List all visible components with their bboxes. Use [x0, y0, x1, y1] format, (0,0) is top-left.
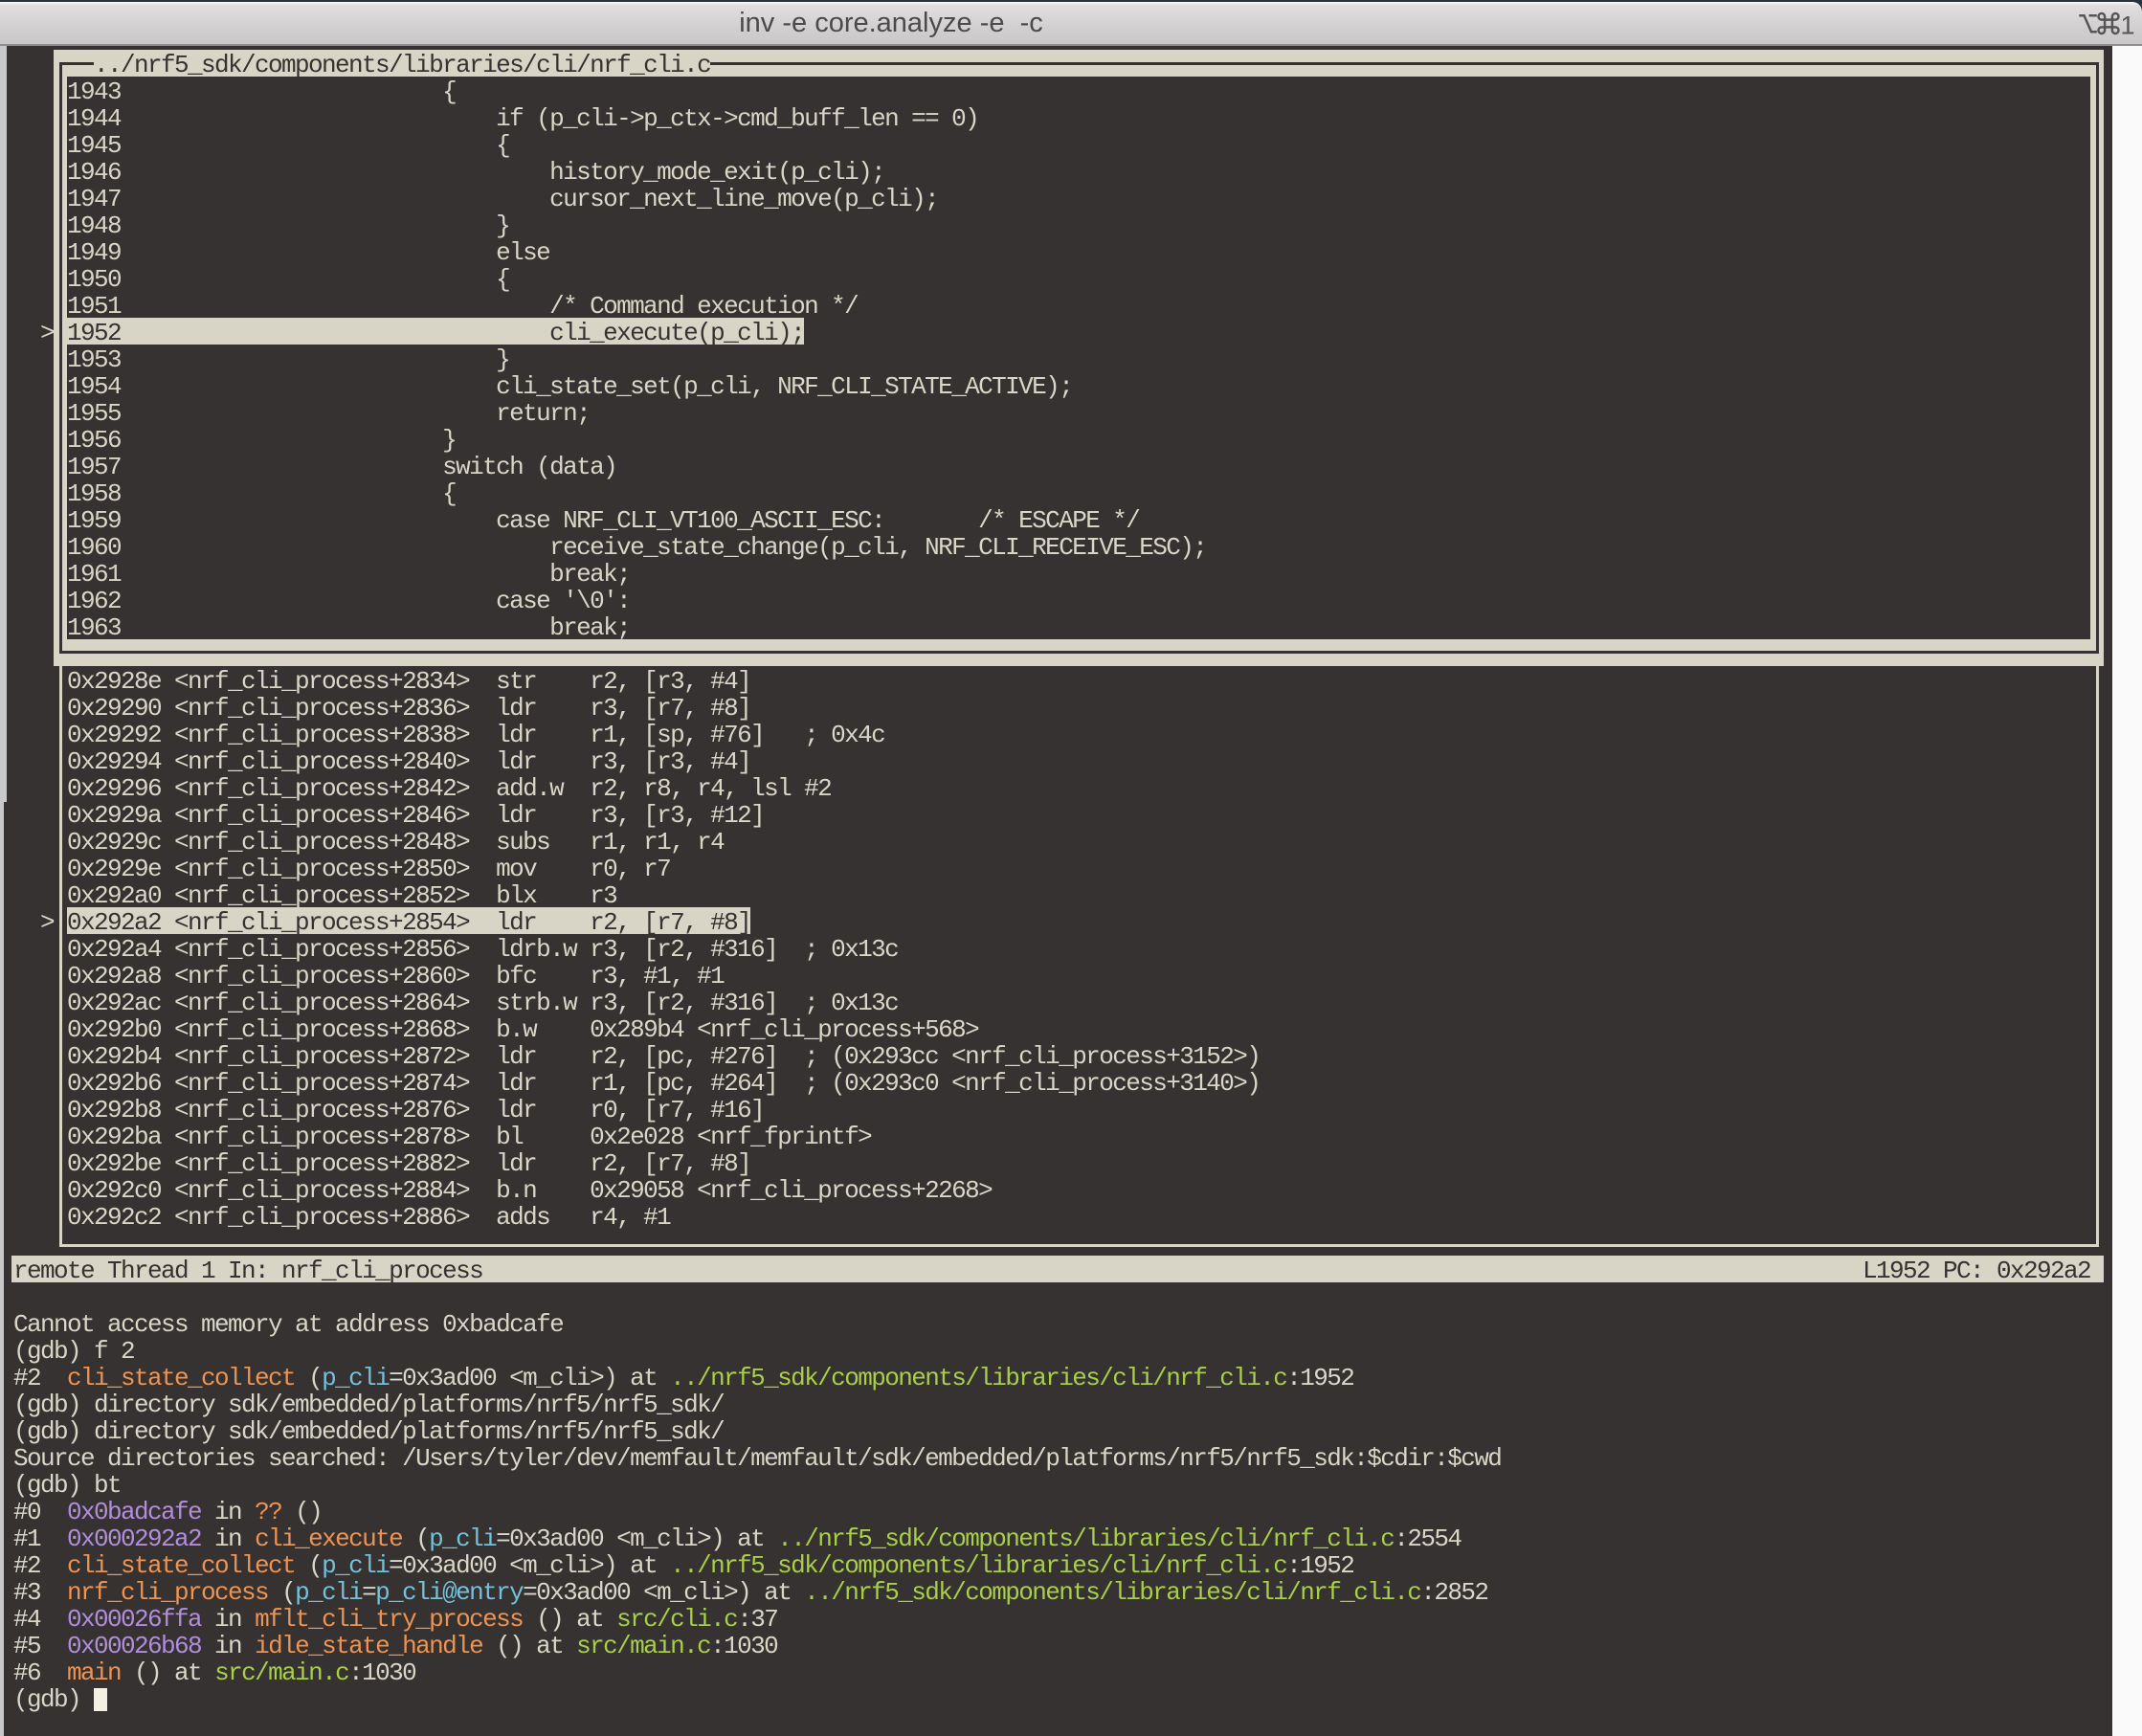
svg-text:1: 1 [2121, 11, 2135, 38]
